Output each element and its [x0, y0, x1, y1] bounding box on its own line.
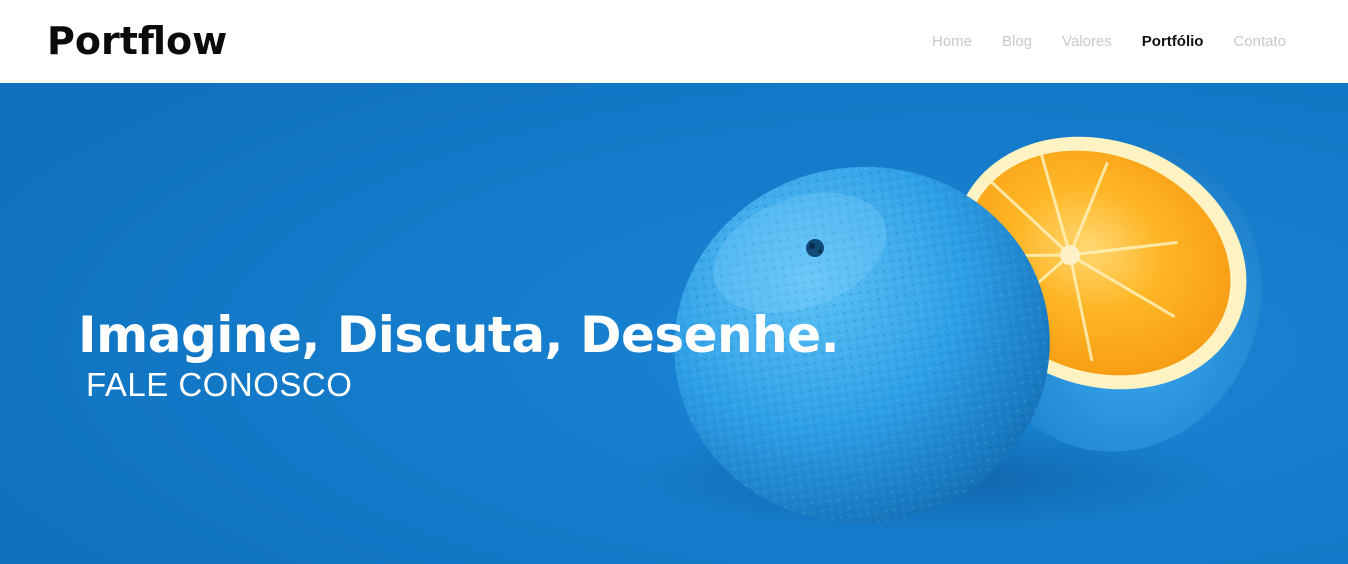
hero-headline: Imagine, Discuta, Desenhe. [78, 306, 840, 364]
nav-item-valores[interactable]: Valores [1062, 32, 1112, 52]
site-header: Portflow Home Blog Valores Portfólio Con… [0, 0, 1348, 83]
main-nav: Home Blog Valores Portfólio Contato [932, 32, 1286, 52]
hero-banner: Imagine, Discuta, Desenhe. FALE CONOSCO [0, 83, 1348, 564]
nav-item-portfolio[interactable]: Portfólio [1142, 32, 1204, 52]
nav-item-contato[interactable]: Contato [1233, 32, 1286, 52]
site-logo[interactable]: Portflow [47, 18, 227, 64]
nav-item-home[interactable]: Home [932, 32, 972, 52]
contact-cta-link[interactable]: FALE CONOSCO [86, 365, 352, 405]
nav-item-blog[interactable]: Blog [1002, 32, 1032, 52]
